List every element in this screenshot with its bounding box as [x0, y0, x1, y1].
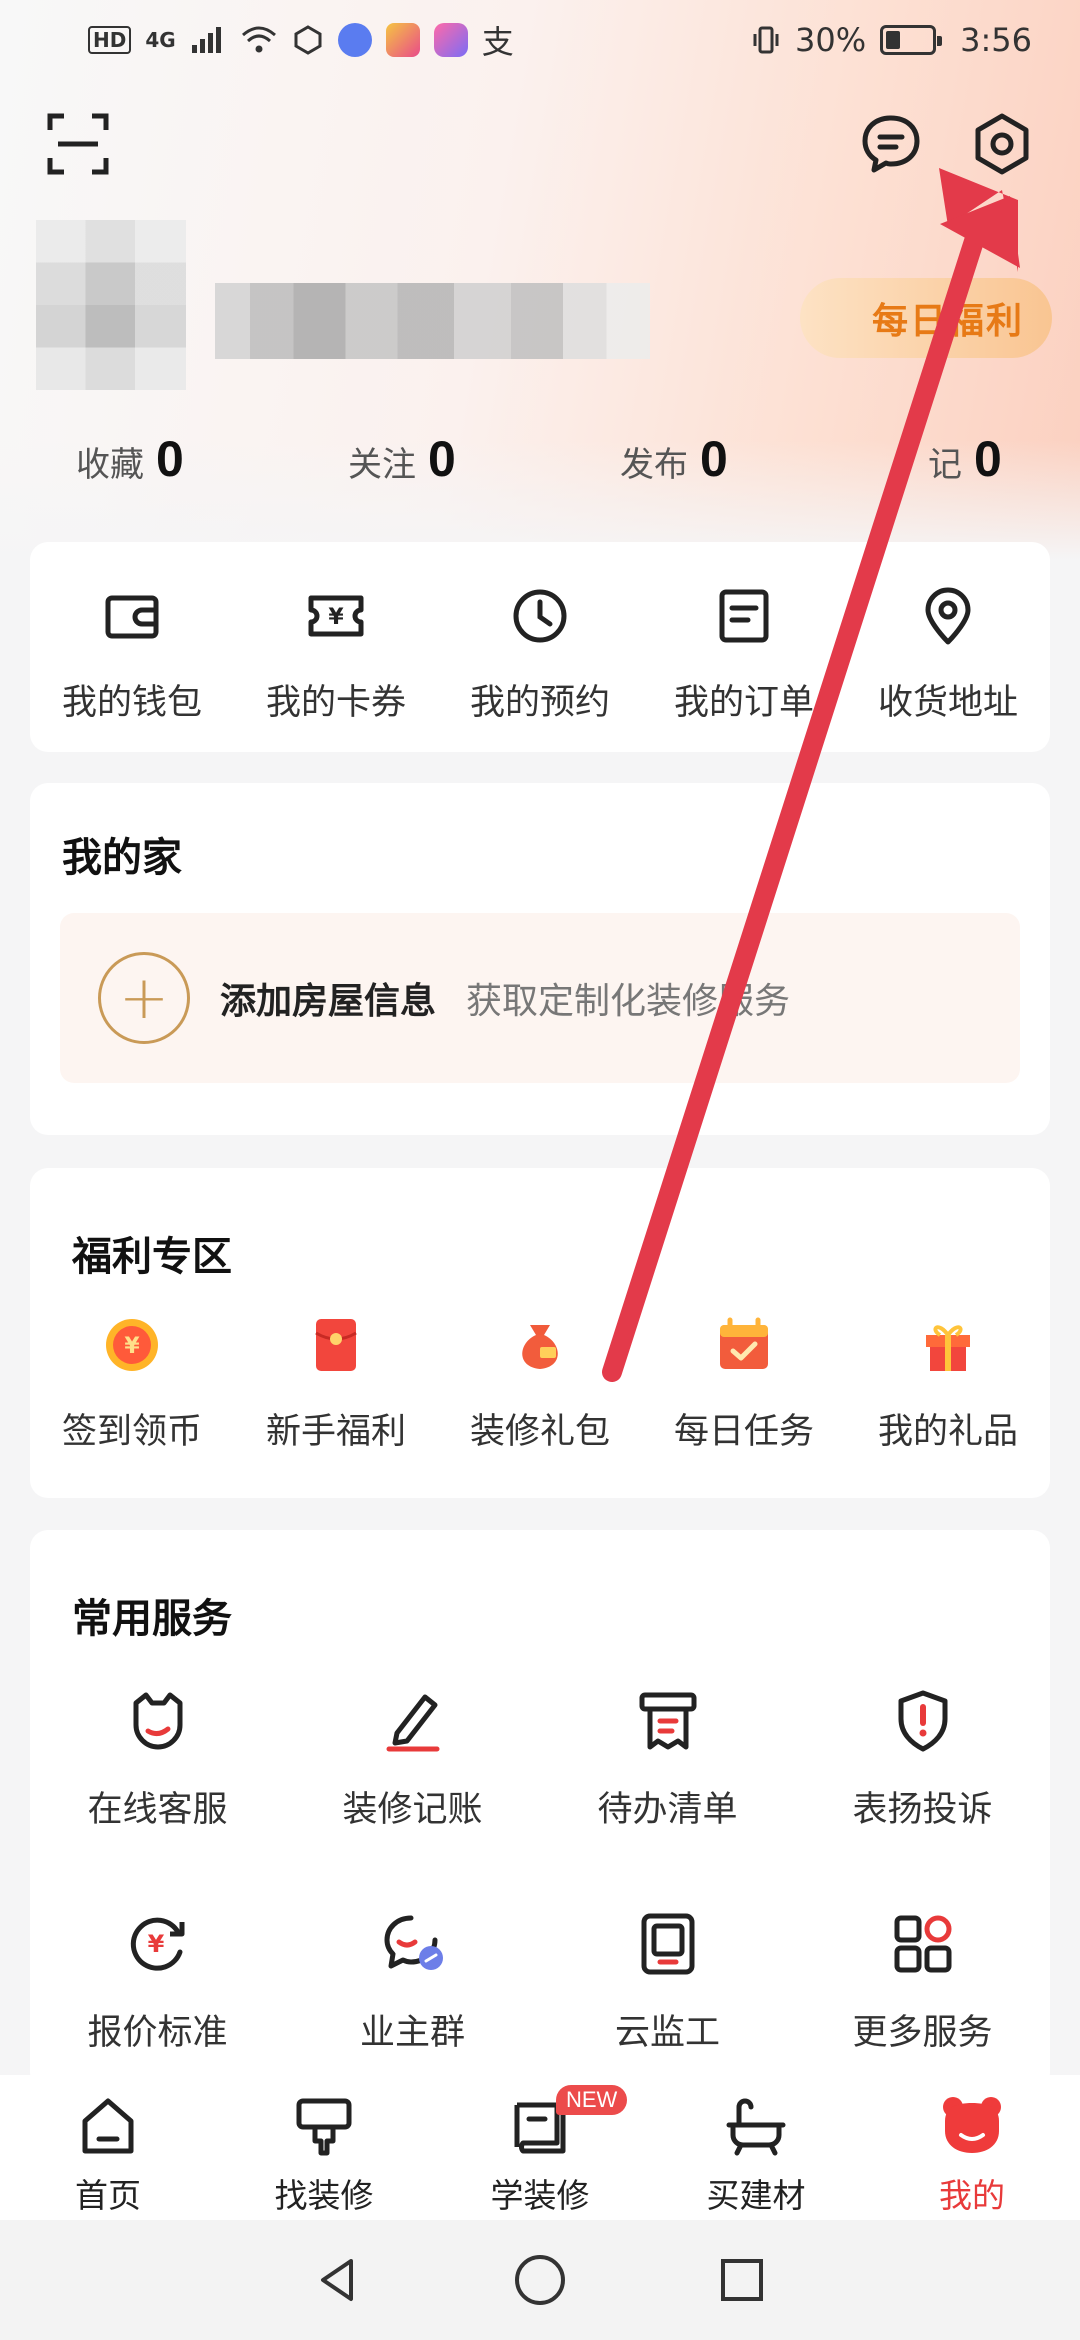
monitor-icon — [632, 1908, 704, 1980]
add-house-subtitle: 获取定制化装修服务 — [466, 981, 791, 1022]
alipay-icon: 支 — [481, 23, 514, 61]
my-gifts-button[interactable]: 我的礼品 — [846, 1313, 1050, 1454]
my-coupons-button[interactable]: ¥ 我的卡券 — [234, 584, 438, 725]
avatar[interactable] — [36, 220, 186, 390]
tab-home[interactable]: 首页 — [0, 2075, 216, 2220]
stat-posts[interactable]: 发布 0 — [620, 430, 728, 488]
chat-bubble-icon — [862, 115, 920, 173]
quick-actions-card: 我的钱包 ¥ 我的卡券 我的预约 我的订单 收货地址 — [30, 542, 1050, 752]
hd-badge: HD — [88, 26, 132, 54]
app-hand-icon — [294, 25, 322, 55]
profile-stats: 收藏 0 关注 0 发布 0 记 0 — [0, 430, 1080, 500]
coupon-icon: ¥ — [304, 584, 368, 648]
svg-text:¥: ¥ — [328, 605, 344, 630]
svg-text:¥: ¥ — [147, 1930, 164, 1958]
calendar-check-icon — [712, 1313, 776, 1377]
username-blurred — [215, 283, 650, 359]
signal-icon — [191, 27, 221, 53]
money-bag-icon — [508, 1313, 572, 1377]
app-notification-icon-2 — [433, 23, 468, 57]
battery-icon — [880, 25, 943, 55]
clock-time: 3:56 — [960, 21, 1032, 59]
bear-icon — [939, 2093, 1005, 2159]
chat-group-icon — [377, 1908, 449, 1980]
stat-following[interactable]: 关注 0 — [348, 430, 456, 488]
back-icon[interactable] — [313, 2255, 363, 2305]
system-nav-bar — [0, 2220, 1080, 2340]
my-home-title: 我的家 — [62, 835, 182, 881]
bathtub-icon — [723, 2093, 789, 2159]
welfare-zone-title: 福利专区 — [72, 1234, 232, 1280]
coin-icon: ¥ — [100, 1313, 164, 1377]
app-notification-icon — [385, 23, 420, 57]
tab-find-decoration[interactable]: 找装修 — [216, 2075, 432, 2220]
shield-alert-icon — [887, 1685, 959, 1757]
stat-notes[interactable]: 记 0 — [928, 430, 1002, 488]
shipping-address-button[interactable]: 收货地址 — [846, 584, 1050, 725]
paint-brush-icon — [291, 2093, 357, 2159]
battery-percent: 30% — [795, 21, 867, 59]
plus-icon: + — [98, 952, 190, 1044]
daily-welfare-button[interactable]: 每日福利 — [800, 278, 1052, 358]
owner-group-button[interactable]: 业主群 — [285, 1908, 540, 2055]
customer-service-icon — [122, 1685, 194, 1757]
scan-button[interactable] — [42, 108, 114, 180]
pen-icon — [377, 1685, 449, 1757]
todo-list-button[interactable]: 待办清单 — [540, 1685, 795, 1832]
bottom-tab-bar: 首页 找装修 学装修 NEW 买建材 我的 — [0, 2075, 1080, 2220]
my-orders-button[interactable]: 我的订单 — [642, 584, 846, 725]
home-icon — [75, 2093, 141, 2159]
receipt-icon — [632, 1685, 704, 1757]
grid-more-icon — [887, 1908, 959, 1980]
daily-tasks-button[interactable]: 每日任务 — [642, 1313, 846, 1454]
location-icon — [916, 584, 980, 648]
tab-buy-materials[interactable]: 买建材 — [648, 2075, 864, 2220]
new-badge: NEW — [556, 2085, 628, 2115]
newbie-welfare-button[interactable]: 新手福利 — [234, 1313, 438, 1454]
decoration-bookkeeping-button[interactable]: 装修记账 — [285, 1685, 540, 1832]
decoration-package-button[interactable]: 装修礼包 — [438, 1313, 642, 1454]
tab-mine[interactable]: 我的 — [864, 2075, 1080, 2220]
settings-hexagon-icon — [975, 113, 1029, 175]
quote-standard-button[interactable]: ¥ 报价标准 — [30, 1908, 285, 2055]
scan-icon — [47, 113, 109, 175]
music-app-icon — [337, 23, 372, 57]
welfare-zone-card: 福利专区 ¥ 签到领币 新手福利 装修礼包 每日任务 我的礼品 — [30, 1168, 1050, 1498]
recents-icon[interactable] — [717, 2255, 767, 2305]
stat-favorites[interactable]: 收藏 0 — [76, 430, 184, 488]
praise-complaint-button[interactable]: 表扬投诉 — [795, 1685, 1050, 1832]
status-bar: HD 4G 支 30% 3:56 — [0, 0, 1080, 80]
order-icon — [712, 584, 776, 648]
more-services-button[interactable]: 更多服务 — [795, 1908, 1050, 2055]
online-service-button[interactable]: 在线客服 — [30, 1685, 285, 1832]
svg-text:¥: ¥ — [124, 1334, 140, 1359]
price-refresh-icon: ¥ — [122, 1908, 194, 1980]
vibrate-icon — [753, 26, 779, 54]
red-envelope-icon — [304, 1313, 368, 1377]
gift-icon — [916, 1313, 980, 1377]
home-circle-icon[interactable] — [513, 2253, 567, 2307]
settings-button[interactable] — [966, 108, 1038, 180]
add-house-info-button[interactable]: + 添加房屋信息 获取定制化装修服务 — [60, 913, 1020, 1083]
my-home-card: 我的家 + 添加房屋信息 获取定制化装修服务 — [30, 783, 1050, 1135]
my-wallet-button[interactable]: 我的钱包 — [30, 584, 234, 725]
my-appointments-button[interactable]: 我的预约 — [438, 584, 642, 725]
network-label: 4G — [145, 28, 176, 52]
add-house-title: 添加房屋信息 — [220, 981, 437, 1022]
wallet-icon — [100, 584, 164, 648]
message-button[interactable] — [855, 108, 927, 180]
tab-learn-decoration[interactable]: 学装修 NEW — [432, 2075, 648, 2220]
clock-icon — [508, 584, 572, 648]
common-services-card: 常用服务 在线客服 装修记账 待办清单 表扬投诉 ¥ 报价标准 业主群 云监工 … — [30, 1530, 1050, 2090]
cloud-supervisor-button[interactable]: 云监工 — [540, 1908, 795, 2055]
wifi-icon — [241, 26, 276, 53]
checkin-coins-button[interactable]: ¥ 签到领币 — [30, 1313, 234, 1454]
common-services-title: 常用服务 — [72, 1596, 232, 1642]
